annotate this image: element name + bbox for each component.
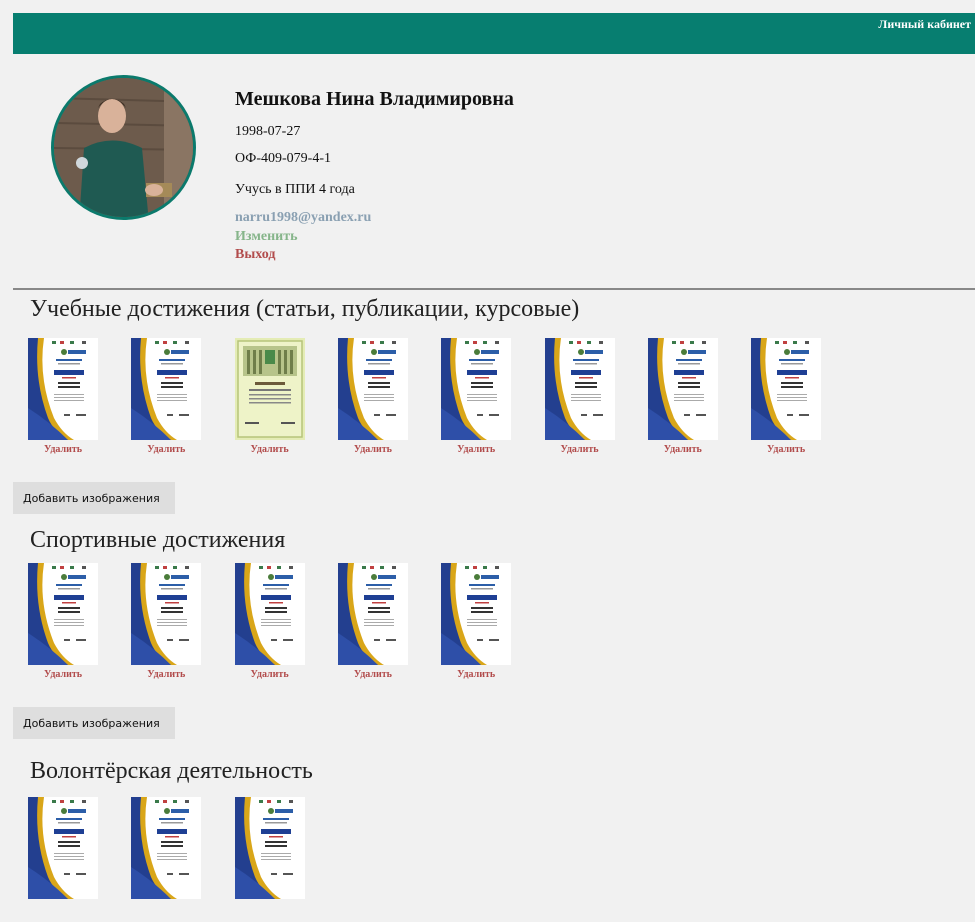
certificate-thumbnail[interactable] — [544, 338, 615, 440]
gallery-item: Удалить — [751, 338, 826, 455]
personal-cabinet-link[interactable]: Личный кабинет — [878, 17, 971, 32]
gallery-item — [234, 797, 310, 899]
certificate-thumbnail[interactable] — [337, 563, 408, 665]
delete-link[interactable]: Удалить — [338, 444, 408, 455]
delete-link[interactable]: Удалить — [751, 444, 821, 455]
gallery-item: Удалить — [234, 338, 310, 455]
profile-info: Мешкова Нина Владимировна 1998-07-27 ОФ-… — [235, 88, 514, 262]
delete-link[interactable]: Удалить — [338, 669, 408, 680]
section-title-sport: Спортивные достижения — [30, 527, 286, 553]
delete-link[interactable]: Удалить — [648, 444, 718, 455]
gallery-item: Удалить — [28, 563, 103, 680]
delete-link[interactable]: Удалить — [131, 444, 201, 455]
gallery-item: Удалить — [234, 563, 310, 680]
delete-link[interactable]: Удалить — [235, 669, 305, 680]
delete-link[interactable]: Удалить — [545, 444, 615, 455]
certificate-thumbnail[interactable] — [131, 797, 202, 899]
certificate-thumbnail[interactable] — [234, 563, 305, 665]
student-code: ОФ-409-079-4-1 — [235, 151, 331, 166]
gallery-item: Удалить — [544, 338, 620, 455]
birthdate: 1998-07-27 — [235, 124, 301, 139]
gallery-item — [28, 797, 103, 899]
gallery-item: Удалить — [647, 338, 723, 455]
delete-link[interactable]: Удалить — [131, 669, 201, 680]
delete-link[interactable]: Удалить — [235, 444, 305, 455]
gallery-item: Удалить — [131, 338, 206, 455]
avatar-photo — [54, 78, 193, 217]
certificate-thumbnail[interactable] — [441, 563, 512, 665]
certificate-thumbnail[interactable] — [234, 797, 305, 899]
diploma-thumbnail[interactable] — [234, 338, 305, 440]
add-images-button[interactable]: Добавить изображения — [13, 707, 175, 739]
certificate-thumbnail[interactable] — [751, 338, 822, 440]
gallery-item: Удалить — [337, 563, 413, 680]
gallery-item: Удалить — [441, 338, 516, 455]
section-title-volunteer: Волонтёрская деятельность — [30, 758, 313, 784]
certificate-thumbnail[interactable] — [647, 338, 718, 440]
gallery-item: Удалить — [28, 338, 103, 455]
top-bar: Личный кабинет — [13, 13, 975, 54]
certificate-thumbnail[interactable] — [337, 338, 408, 440]
certificate-thumbnail[interactable] — [441, 338, 512, 440]
edit-link[interactable]: Изменить — [235, 229, 297, 245]
section-title-academic: Учебные достижения (статьи, публикации, … — [30, 296, 580, 322]
delete-link[interactable]: Удалить — [28, 669, 98, 680]
delete-link[interactable]: Удалить — [441, 444, 511, 455]
add-images-button[interactable]: Добавить изображения — [13, 482, 175, 514]
avatar — [51, 75, 196, 220]
gallery-item — [131, 797, 206, 899]
certificate-thumbnail[interactable] — [28, 563, 98, 665]
email-link[interactable]: narru1998@yandex.ru — [235, 210, 371, 226]
divider — [13, 288, 975, 290]
delete-link[interactable]: Удалить — [441, 669, 511, 680]
profile-name: Мешкова Нина Владимировна — [235, 88, 514, 110]
delete-link[interactable]: Удалить — [28, 444, 98, 455]
gallery-item: Удалить — [337, 338, 413, 455]
gallery-item: Удалить — [131, 563, 206, 680]
certificate-thumbnail[interactable] — [131, 563, 202, 665]
logout-link[interactable]: Выход — [235, 247, 275, 263]
certificate-thumbnail[interactable] — [131, 338, 202, 440]
gallery-item: Удалить — [441, 563, 516, 680]
study-years: Учусь в ППИ 4 года — [235, 182, 355, 197]
certificate-thumbnail[interactable] — [28, 797, 98, 899]
certificate-thumbnail[interactable] — [28, 338, 98, 440]
